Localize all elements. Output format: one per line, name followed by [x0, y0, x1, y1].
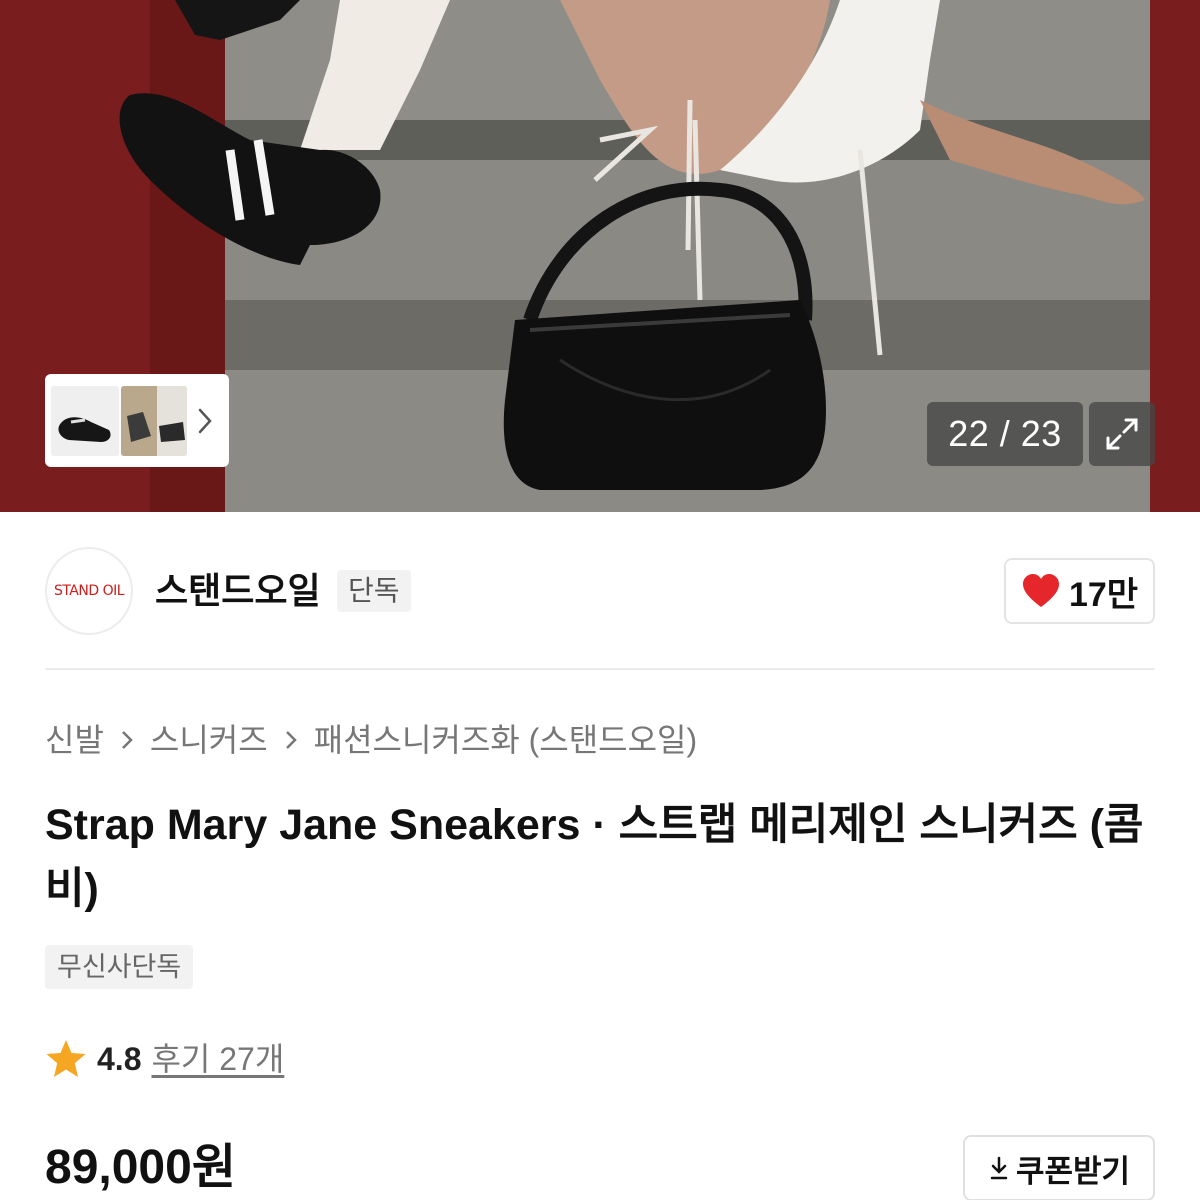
divider — [45, 668, 1155, 670]
like-button[interactable]: 17만 — [1004, 558, 1155, 624]
like-count: 17만 — [1068, 575, 1139, 614]
thumbnail-lifestyle-image[interactable] — [121, 385, 187, 456]
download-icon — [990, 1156, 1008, 1180]
brand-exclusive-tag: 단독 — [337, 570, 411, 612]
thumbnail-shoe-image[interactable] — [51, 385, 119, 456]
thumbnail-strip[interactable] — [45, 374, 229, 467]
chevron-right-icon — [268, 729, 314, 751]
rating-value: 4.8 — [97, 1041, 142, 1077]
image-counter: 22 / 23 — [927, 402, 1083, 466]
breadcrumb-item-fashion-sneakers[interactable]: 패션스니커즈화 (스탠드오일) — [314, 716, 697, 764]
review-count-link[interactable]: 후기 27개 — [151, 1036, 284, 1082]
product-price: 89,000원 — [45, 1141, 236, 1194]
chevron-right-icon[interactable] — [195, 401, 215, 441]
brand-logo[interactable]: STAND OIL — [45, 547, 133, 635]
product-image-gallery[interactable]: 22 / 23 — [0, 0, 1200, 512]
rating-row: 4.8 후기 27개 — [45, 1036, 284, 1082]
star-icon — [46, 1040, 86, 1077]
expand-icon — [1106, 418, 1138, 450]
brand-logo-text: STAND OIL — [53, 583, 125, 599]
product-title: Strap Mary Jane Sneakers · 스트랩 메리제인 스니커즈… — [45, 801, 1144, 913]
fullscreen-button[interactable] — [1089, 402, 1155, 466]
heart-icon — [1022, 574, 1059, 607]
coupon-button[interactable]: 쿠폰받기 — [963, 1135, 1155, 1200]
image-counter-text: 22 / 23 — [948, 413, 1062, 454]
breadcrumb-item-sneakers[interactable]: 스니커즈 — [150, 716, 268, 764]
exclusive-badge: 무신사단독 — [45, 945, 194, 989]
coupon-label: 쿠폰받기 — [1015, 1153, 1131, 1189]
breadcrumb: 신발 스니커즈 패션스니커즈화 (스탠드오일) — [45, 716, 697, 764]
chevron-right-icon — [104, 729, 150, 751]
breadcrumb-item-shoes[interactable]: 신발 — [45, 716, 104, 764]
brand-name[interactable]: 스탠드오일 — [155, 566, 321, 616]
